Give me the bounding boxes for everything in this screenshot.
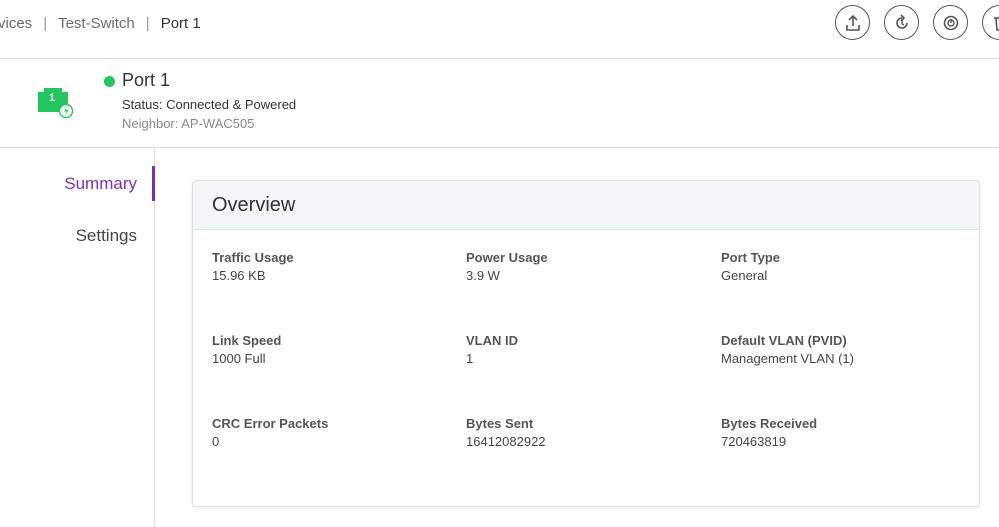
metric-label: Bytes Sent [466,416,534,431]
breadcrumb-separator: | [145,15,150,32]
nav-summary[interactable]: Summary [64,174,137,194]
delete-button[interactable] [982,5,999,40]
port-badge-number: 1 [49,92,56,104]
metric-vlan-id: VLAN ID 1 [466,332,706,368]
upload-icon [845,14,860,31]
metric-value: General [721,268,768,283]
device-header: 1 Port 1 Status: Connected & Powered Nei… [0,59,999,148]
metric-label: Default VLAN (PVID) [721,333,847,348]
metric-value: 0 [212,434,220,449]
metric-bytes-sent: Bytes Sent 16412082922 [466,415,706,451]
metric-power-usage: Power Usage 3.9 W [466,249,706,285]
status-dot [104,76,115,87]
metric-value: 720463819 [721,434,787,449]
breadcrumb: vices | Test-Switch | Port 1 [0,15,201,32]
port-name: Port 1 [122,70,171,90]
metric-value: Management VLAN (1) [721,351,854,366]
metric-traffic-usage: Traffic Usage 15.96 KB [212,249,452,285]
metric-port-type: Port Type General [721,249,961,285]
metric-label: VLAN ID [466,333,518,348]
delete-icon [993,16,999,31]
nav-active-indicator [152,166,155,201]
metric-value: 16412082922 [466,434,546,449]
metric-label: CRC Error Packets [212,416,329,431]
breadcrumb-devices[interactable]: vices [0,15,32,32]
breadcrumb-current: Port 1 [160,15,201,32]
metric-value: 15.96 KB [212,268,266,283]
power-cycle-icon [943,15,958,30]
refresh-icon [895,13,908,29]
port-neighbor: Neighbor: AP-WAC505 [122,116,255,131]
metric-label: Traffic Usage [212,250,294,265]
metric-label: Port Type [721,250,780,265]
metric-value: 3.9 W [466,268,500,283]
overview-card: Overview Traffic Usage 15.96 KB Power Us… [192,180,980,507]
metric-value: 1000 Full [212,351,266,366]
upload-button[interactable] [835,5,870,40]
metric-link-speed: Link Speed 1000 Full [212,332,452,368]
nav-settings[interactable]: Settings [76,226,137,246]
top-bar: vices | Test-Switch | Port 1 [0,0,999,59]
breadcrumb-separator: | [43,15,48,32]
overview-title: Overview [193,181,979,230]
metric-default-vlan: Default VLAN (PVID) Management VLAN (1) [721,332,961,368]
metric-label: Bytes Received [721,416,818,431]
side-nav: Summary Settings [0,148,155,527]
port-status: Status: Connected & Powered [122,97,297,112]
metric-label: Power Usage [466,250,548,265]
metric-bytes-received: Bytes Received 720463819 [721,415,961,451]
refresh-button[interactable] [884,5,919,40]
metric-value: 1 [466,351,474,366]
power-cycle-button[interactable] [933,5,968,40]
port-icon: 1 [37,87,74,124]
metric-crc-errors: CRC Error Packets 0 [212,415,452,451]
metric-label: Link Speed [212,333,282,348]
breadcrumb-switch[interactable]: Test-Switch [58,15,135,32]
